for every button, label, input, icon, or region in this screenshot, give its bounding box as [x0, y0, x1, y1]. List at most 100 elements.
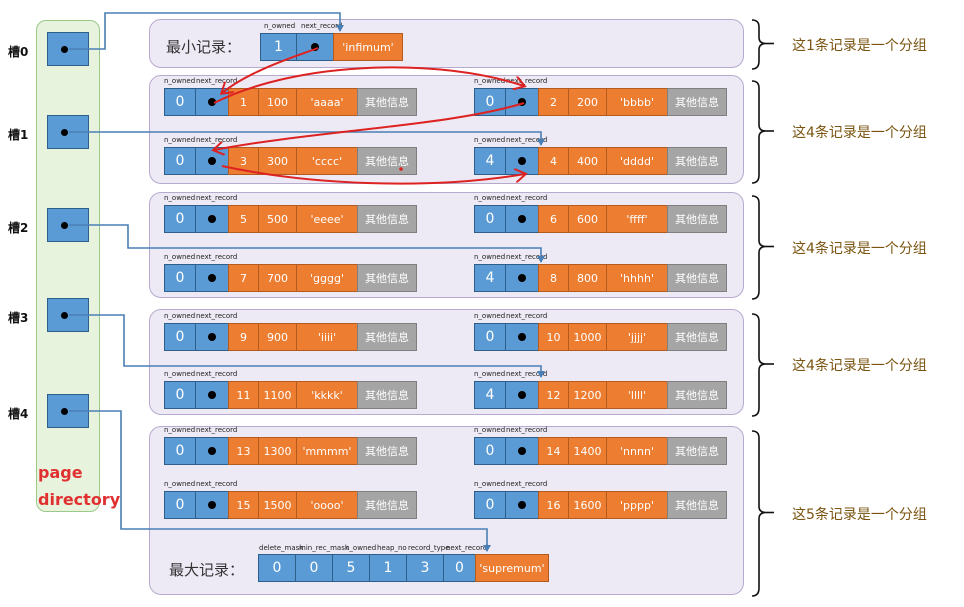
record-primary-key: 1 — [228, 88, 259, 116]
record-string-column: 'pppp' — [606, 491, 668, 519]
pointer-dot-icon — [518, 274, 526, 282]
next-record-header: next_record — [196, 194, 238, 202]
group-note-0: 这1条记录是一个分组 — [792, 37, 927, 54]
supremum-field-delete-mask: 0 — [258, 554, 296, 582]
record-number-column: 800 — [568, 264, 607, 292]
supremum-field-heap-no: 1 — [369, 554, 407, 582]
record-other-info: 其他信息 — [357, 323, 417, 351]
record-number-column: 500 — [258, 205, 297, 233]
record-next-record — [195, 88, 229, 116]
infimum-n-owned-header: n_owned — [264, 22, 296, 30]
infimum-label: 最小记录： — [166, 38, 242, 56]
record-n-owned: 0 — [474, 491, 506, 519]
record-next-record — [505, 491, 539, 519]
record-next-record — [505, 323, 539, 351]
record-primary-key: 2 — [538, 88, 569, 116]
infimum-record: 1 'infimum' — [260, 33, 403, 61]
pointer-dot-icon — [208, 98, 216, 106]
pointer-dot-icon — [311, 43, 319, 51]
directory-slot-4 — [47, 394, 89, 428]
supremum-header-3: heap_no — [377, 544, 407, 552]
infimum-value: 'infimum' — [333, 33, 403, 61]
record-other-info: 其他信息 — [357, 264, 417, 292]
record-next-record — [505, 88, 539, 116]
supremum-header-2: n_owned — [345, 544, 377, 552]
supremum-field-record-type: 3 — [406, 554, 444, 582]
directory-slot-label-3: 槽3 — [8, 311, 29, 325]
record-primary-key: 12 — [538, 381, 569, 409]
group-brace-icon — [751, 19, 774, 70]
record-4: 4 4 400'dddd' 其他信息 — [474, 147, 727, 175]
record-n-owned: 0 — [164, 88, 196, 116]
record-next-record — [505, 381, 539, 409]
pointer-dot-icon — [208, 333, 216, 341]
record-next-record — [195, 264, 229, 292]
next-record-header: next_record — [506, 370, 548, 378]
record-n-owned: 0 — [474, 437, 506, 465]
record-other-info: 其他信息 — [667, 491, 727, 519]
record-number-column: 1000 — [568, 323, 607, 351]
record-primary-key: 14 — [538, 437, 569, 465]
slot-pointer-dot-icon — [61, 408, 68, 415]
record-number-column: 1600 — [568, 491, 607, 519]
record-14: 0 14 1400'nnnn' 其他信息 — [474, 437, 727, 465]
record-9: 0 9 900'iiii' 其他信息 — [164, 323, 417, 351]
record-n-owned: 0 — [164, 147, 196, 175]
next-record-header: next_record — [196, 480, 238, 488]
record-number-column: 700 — [258, 264, 297, 292]
record-number-column: 200 — [568, 88, 607, 116]
record-primary-key: 16 — [538, 491, 569, 519]
pointer-dot-icon — [518, 98, 526, 106]
directory-slot-1 — [47, 115, 89, 149]
group-brace-icon — [751, 195, 774, 300]
supremum-header-1: min_rec_mask — [299, 544, 349, 552]
record-string-column: 'iiii' — [296, 323, 358, 351]
pointer-dot-icon — [208, 501, 216, 509]
page-directory-panel — [36, 20, 100, 512]
group-brace-icon — [751, 430, 774, 597]
record-other-info: 其他信息 — [357, 147, 417, 175]
directory-slot-label-0: 槽0 — [8, 45, 29, 59]
n-owned-header: n_owned — [474, 480, 506, 488]
record-string-column: 'kkkk' — [296, 381, 358, 409]
slot-pointer-dot-icon — [61, 46, 68, 53]
record-string-column: 'aaaa' — [296, 88, 358, 116]
next-record-header: next_record — [506, 253, 548, 261]
supremum-record: 0 0 5 1 3 0'supremum' — [258, 554, 549, 582]
n-owned-header: n_owned — [474, 370, 506, 378]
group-note-3: 这4条记录是一个分组 — [792, 358, 927, 374]
directory-slot-label-1: 槽1 — [8, 128, 29, 142]
record-primary-key: 10 — [538, 323, 569, 351]
record-string-column: 'cccc' — [296, 147, 358, 175]
record-number-column: 1400 — [568, 437, 607, 465]
pointer-dot-icon — [518, 391, 526, 399]
n-owned-header: n_owned — [474, 194, 506, 202]
next-record-header: next_record — [196, 312, 238, 320]
slot-pointer-dot-icon — [61, 222, 68, 229]
record-next-record — [195, 205, 229, 233]
supremum-field-min-rec-mask: 0 — [295, 554, 333, 582]
record-primary-key: 7 — [228, 264, 259, 292]
record-6: 0 6 600'ffff' 其他信息 — [474, 205, 727, 233]
record-other-info: 其他信息 — [667, 437, 727, 465]
record-other-info: 其他信息 — [357, 381, 417, 409]
n-owned-header: n_owned — [164, 312, 196, 320]
supremum-label: 最大记录： — [169, 561, 245, 579]
next-record-header: next_record — [506, 480, 548, 488]
group-brace-icon — [751, 80, 774, 184]
record-16: 0 16 1600'pppp' 其他信息 — [474, 491, 727, 519]
pointer-dot-icon — [208, 447, 216, 455]
record-number-column: 1100 — [258, 381, 297, 409]
n-owned-header: n_owned — [164, 77, 196, 85]
record-next-record — [195, 147, 229, 175]
record-other-info: 其他信息 — [667, 147, 727, 175]
record-other-info: 其他信息 — [667, 264, 727, 292]
record-next-record — [505, 264, 539, 292]
infimum-next-record — [296, 33, 334, 61]
group-note-2: 这4条记录是一个分组 — [792, 240, 927, 257]
record-next-record — [195, 323, 229, 351]
n-owned-header: n_owned — [474, 77, 506, 85]
record-string-column: 'hhhh' — [606, 264, 668, 292]
record-11: 0 11 1100'kkkk' 其他信息 — [164, 381, 417, 409]
pointer-dot-icon — [518, 157, 526, 165]
